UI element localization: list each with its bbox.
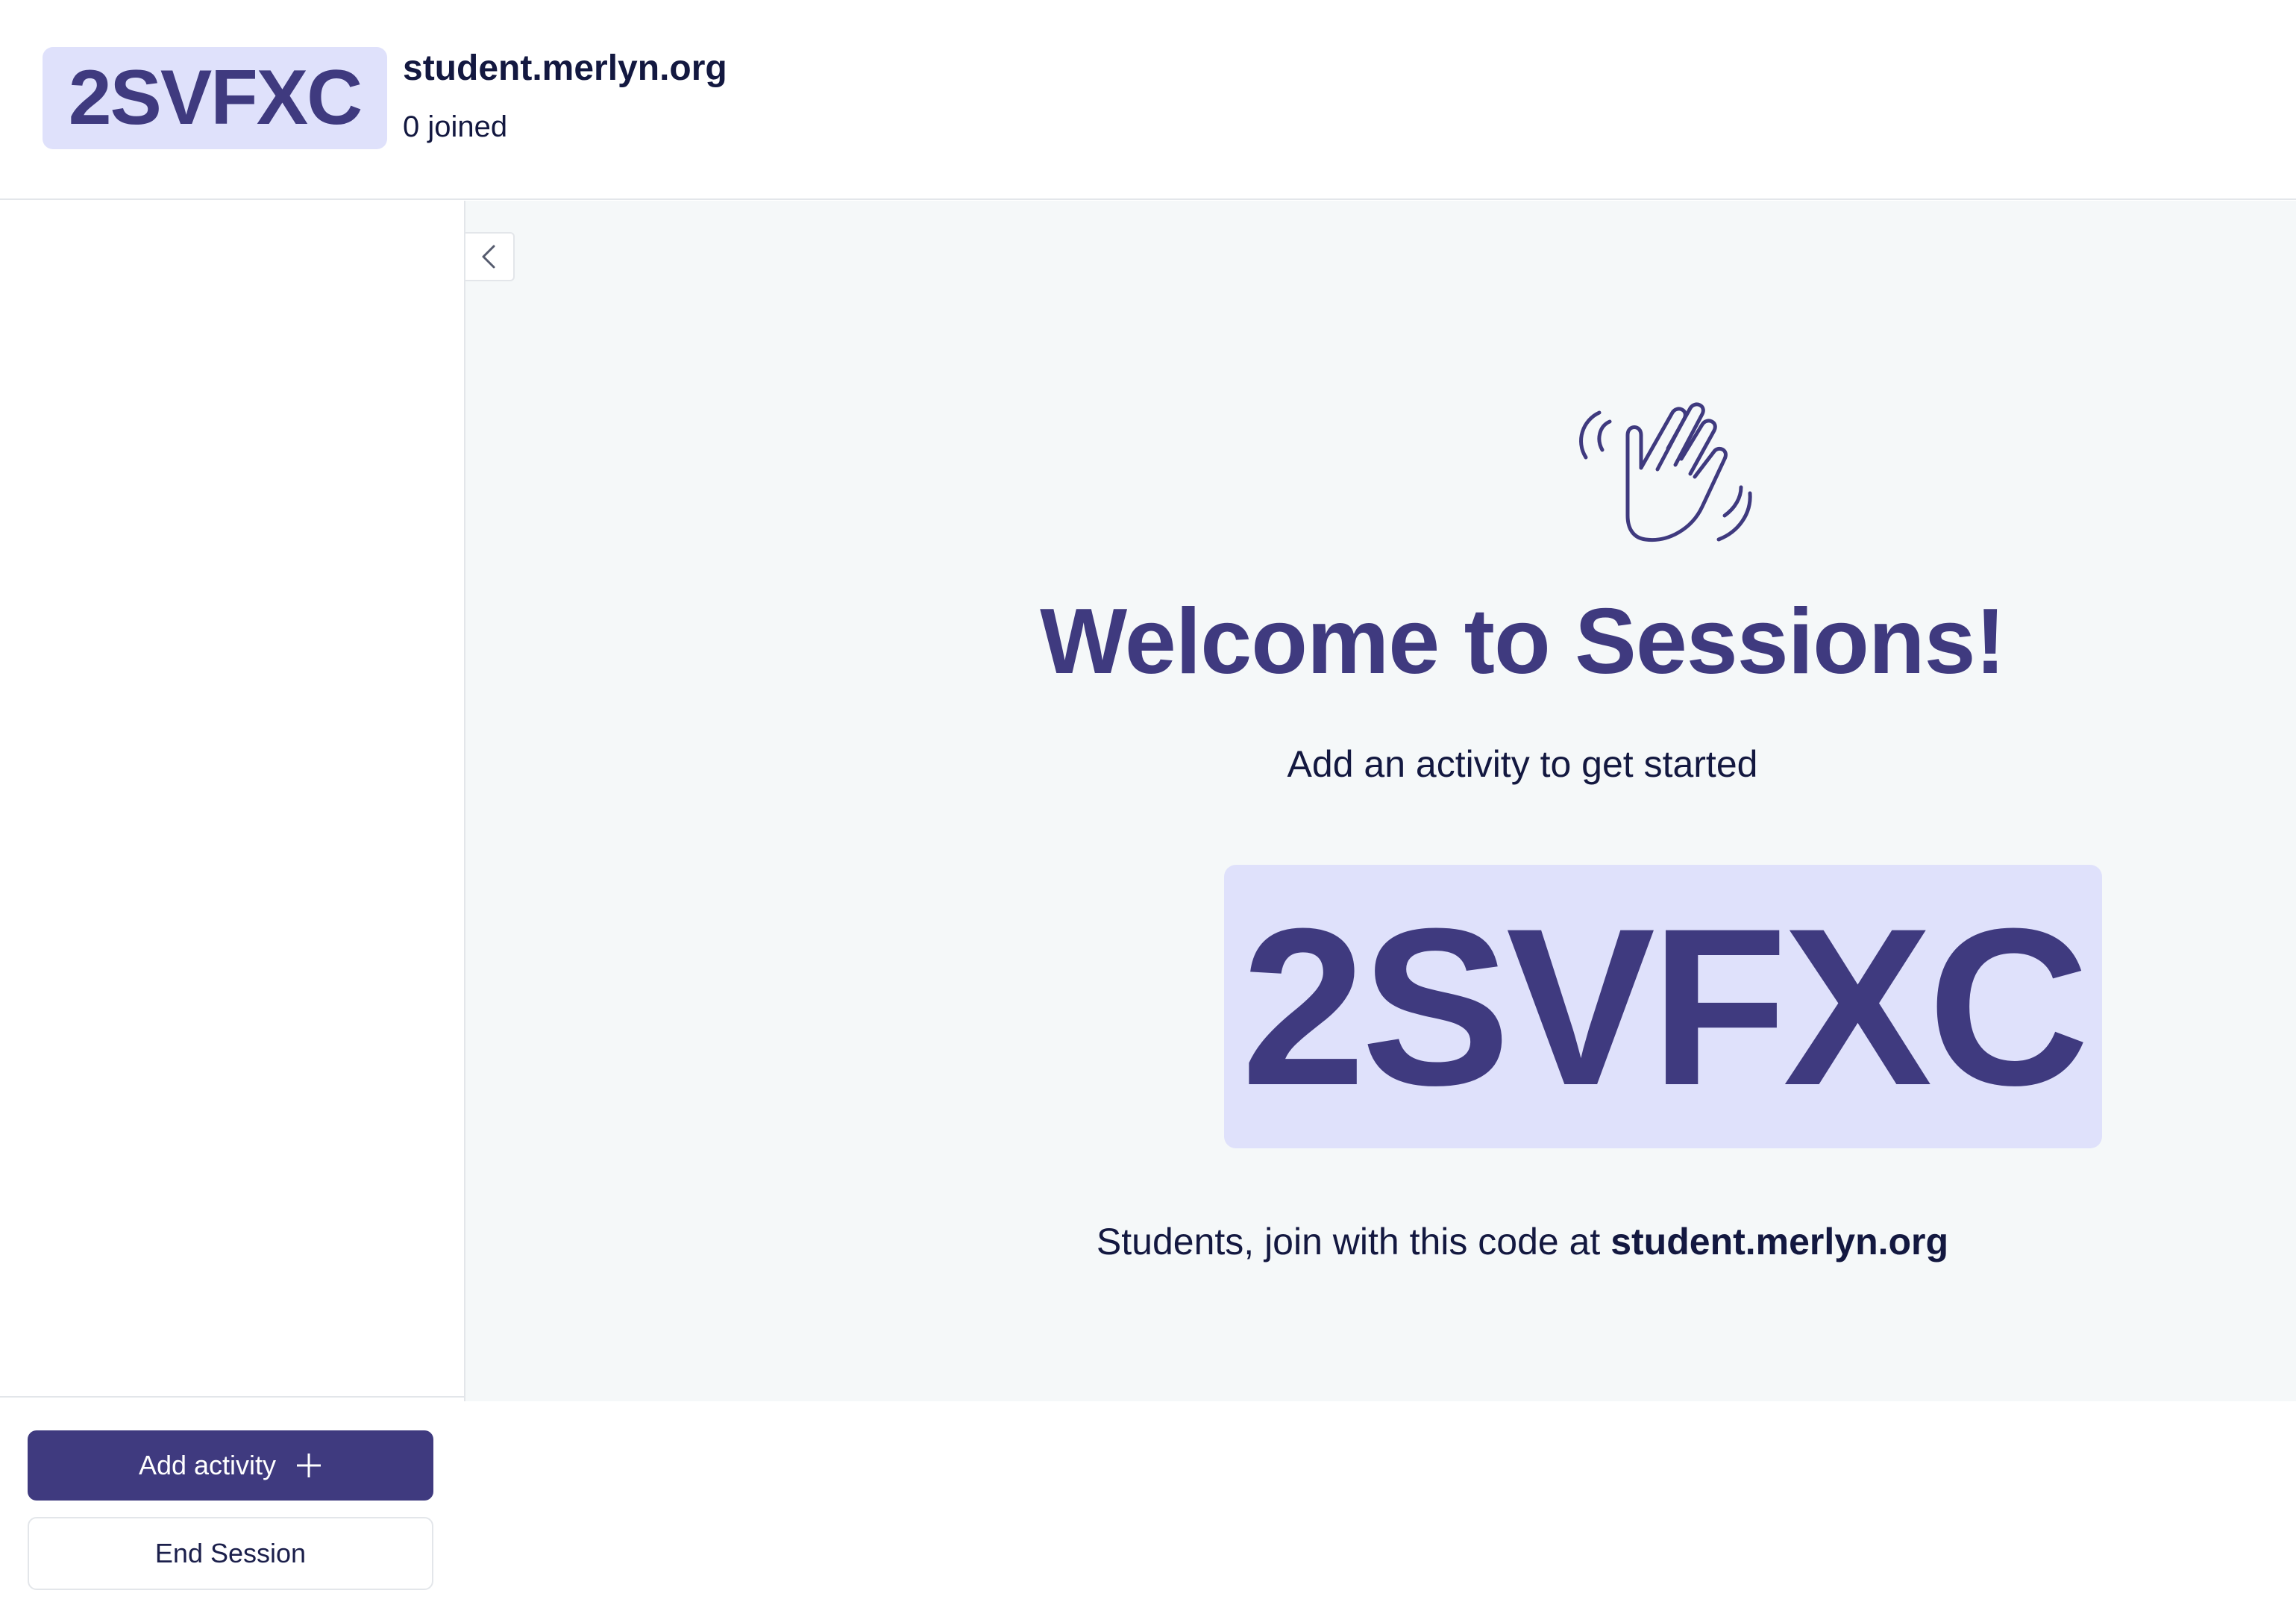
join-instructions: Students, join with this code at student… — [465, 1220, 2296, 1263]
join-instructions-prefix: Students, join with this code at — [1096, 1221, 1611, 1262]
end-session-label: End Session — [154, 1538, 307, 1568]
main-content: Welcome to Sessions! Add an activity to … — [465, 201, 2296, 1401]
sidebar-footer: Add activity End Session — [0, 1396, 464, 1602]
add-activity-button[interactable]: Add activity — [28, 1430, 433, 1501]
student-site-url: student.merlyn.org — [403, 49, 727, 88]
join-url: student.merlyn.org — [1610, 1221, 1949, 1262]
joined-count: 0 joined — [403, 110, 508, 143]
chevron-left-icon — [482, 245, 495, 269]
session-header: 2SVFXC student.merlyn.org 0 joined — [0, 0, 2296, 200]
collapse-sidebar-button[interactable] — [465, 232, 515, 281]
welcome-title: Welcome to Sessions! — [1040, 590, 2006, 693]
add-activity-label: Add activity — [138, 1450, 277, 1480]
session-code-chip: 2SVFXC — [43, 47, 387, 149]
waving-hand-icon — [1579, 402, 1752, 542]
session-code-display: 2SVFXC — [1224, 865, 2102, 1148]
welcome-subtitle: Add an activity to get started — [1287, 743, 1758, 785]
activity-sidebar: Add activity End Session — [0, 201, 465, 1602]
end-session-button[interactable]: End Session — [28, 1517, 433, 1590]
plus-icon — [297, 1454, 321, 1477]
